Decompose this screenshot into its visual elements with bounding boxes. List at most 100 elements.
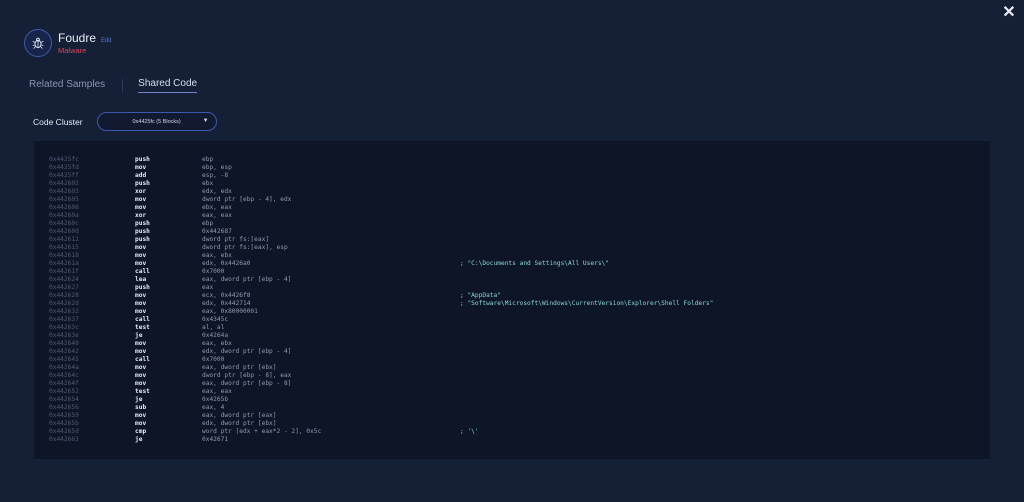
code-operands: ebp, esp [202,164,232,171]
disassembly-panel[interactable]: 0x4425fc push ebp 0x4425fd mov ebp, esp 0x4425… [34,141,990,459]
code-address: 0x44261a [49,260,79,267]
code-address: 0x44262d [49,300,79,307]
code-operands: dword ptr [ebp - 8], eax [202,372,292,379]
code-opcode: add [135,172,147,179]
code-operands: 0x442687 [202,228,232,235]
code-operands: ebp [202,156,214,163]
code-operands: ecx, 0x4426f8 [202,292,251,299]
code-opcode: push [135,156,150,163]
code-address: 0x44260d [49,228,79,235]
code-address: 0x442645 [49,356,79,363]
code-address: 0x44264c [49,372,79,379]
code-address: 0x442642 [49,348,79,355]
code-address: 0x442618 [49,252,79,259]
code-address: 0x44261f [49,268,79,275]
code-line: 0x44261f call 0x7000 [34,268,990,276]
code-operands: 0x7000 [202,356,225,363]
code-operands: ebp [202,220,214,227]
tab-related-samples[interactable]: Related Samples [29,79,105,93]
code-opcode: push [135,284,150,291]
code-address: 0x44264f [49,380,79,387]
sample-title: Foudre [58,31,97,45]
code-cluster-value: 0x4425fc (5 Blocks) [132,118,181,125]
code-address: 0x442605 [49,196,79,203]
code-comment: ; "AppData" [460,292,501,299]
close-button[interactable]: ✕ [1000,4,1018,22]
code-operands: eax, dword ptr [ebx] [202,364,277,371]
code-operands: eax, dword ptr [ebp - 4] [202,276,292,283]
code-address: 0x44263c [49,324,79,331]
code-cluster-row: Code Cluster 0x4425fc (5 Blocks) ▼ [33,112,217,131]
code-opcode: mov [135,340,147,347]
code-operands: edx, 0x442714 [202,300,251,307]
code-line: 0x442618 mov eax, ebx [34,252,990,260]
code-opcode: mov [135,372,147,379]
code-comment: ; "C:\Documents and Settings\All Users\" [460,260,610,267]
code-line: 0x4425ff add esp, -8 [34,172,990,180]
code-address: 0x44260c [49,220,79,227]
code-opcode: mov [135,308,147,315]
code-line: 0x442612 push dword ptr fs:[eax] [34,236,990,244]
code-operands: word ptr [edx + eax*2 - 2], 0x5c [202,428,322,435]
code-opcode: push [135,228,150,235]
code-line: 0x44264a mov eax, dword ptr [ebx] [34,364,990,372]
code-address: 0x44264a [49,364,79,371]
code-operands: al, al [202,324,225,331]
code-address: 0x4425fd [49,164,79,171]
code-opcode: mov [135,204,147,211]
code-line: 0x442608 mov ebx, eax [34,204,990,212]
code-cluster-select[interactable]: 0x4425fc (5 Blocks) ▼ [96,112,217,131]
code-address: 0x442627 [49,284,79,291]
code-opcode: call [135,356,150,363]
code-opcode: je [135,396,143,403]
code-operands: 0x42671 [202,436,229,443]
sample-header: Foudre Edit Malware [24,28,111,58]
code-line: 0x442615 mov dword ptr fs:[eax], esp [34,244,990,252]
code-line: 0x442603 xor edx, edx [34,188,990,196]
code-line: 0x442627 push eax [34,284,990,292]
code-operands: esp, -8 [202,172,229,179]
code-opcode: cmp [135,428,147,435]
code-operands: eax, ebx [202,252,232,259]
code-line: 0x44260d push 0x442687 [34,228,990,236]
code-line: 0x4425fc push ebp [34,156,990,164]
code-operands: edx, dword ptr [ebx] [202,420,277,427]
code-line: 0x44264f mov eax, dword ptr [ebp - 8] [34,380,990,388]
code-operands: 0x4265b [202,396,229,403]
tab-shared-code[interactable]: Shared Code [138,78,198,93]
code-address: 0x4425fc [49,156,79,163]
code-address: 0x442656 [49,404,79,411]
code-address: 0x44265d [49,428,79,435]
code-line: 0x442640 mov eax, ebx [34,340,990,348]
code-address: 0x442612 [49,236,79,243]
code-line: 0x442656 sub eax, 4 [34,404,990,412]
code-line: 0x44263e je 0x4264a [34,332,990,340]
code-line: 0x44264c mov dword ptr [ebp - 8], eax [34,372,990,380]
code-opcode: mov [135,292,147,299]
tab-bar: Related Samples Shared Code [29,78,198,93]
code-line: 0x44260a xor eax, eax [34,212,990,220]
code-line: 0x442632 mov eax, 0x80000001 [34,308,990,316]
sample-type-label: Malware [58,46,87,55]
code-line: 0x442645 call 0x7000 [34,356,990,364]
code-operands: eax, 4 [202,404,225,411]
edit-link[interactable]: Edit [101,38,111,44]
code-line: 0x442605 mov dword ptr [ebp - 4], edx [34,196,990,204]
code-operands: edx, dword ptr [ebp - 4] [202,348,292,355]
code-opcode: je [135,436,143,443]
code-opcode: test [135,324,150,331]
code-opcode: mov [135,348,147,355]
code-operands: eax, eax [202,212,232,219]
code-operands: 0x4264a [202,332,229,339]
code-opcode: push [135,220,150,227]
code-address: 0x442628 [49,292,79,299]
chevron-down-icon: ▼ [202,118,209,124]
code-operands: eax, ebx [202,340,232,347]
code-address: 0x44263e [49,332,79,339]
code-line: 0x442624 lea eax, dword ptr [ebp - 4] [34,276,990,284]
code-opcode: xor [135,188,147,195]
code-operands: eax, eax [202,388,232,395]
code-opcode: mov [135,164,147,171]
code-line: 0x442628 mov ecx, 0x4426f8 ; "AppData" [34,292,990,300]
code-line: 0x44261a mov edx, 0x4426a0 ; "C:\Documents … [34,260,990,268]
